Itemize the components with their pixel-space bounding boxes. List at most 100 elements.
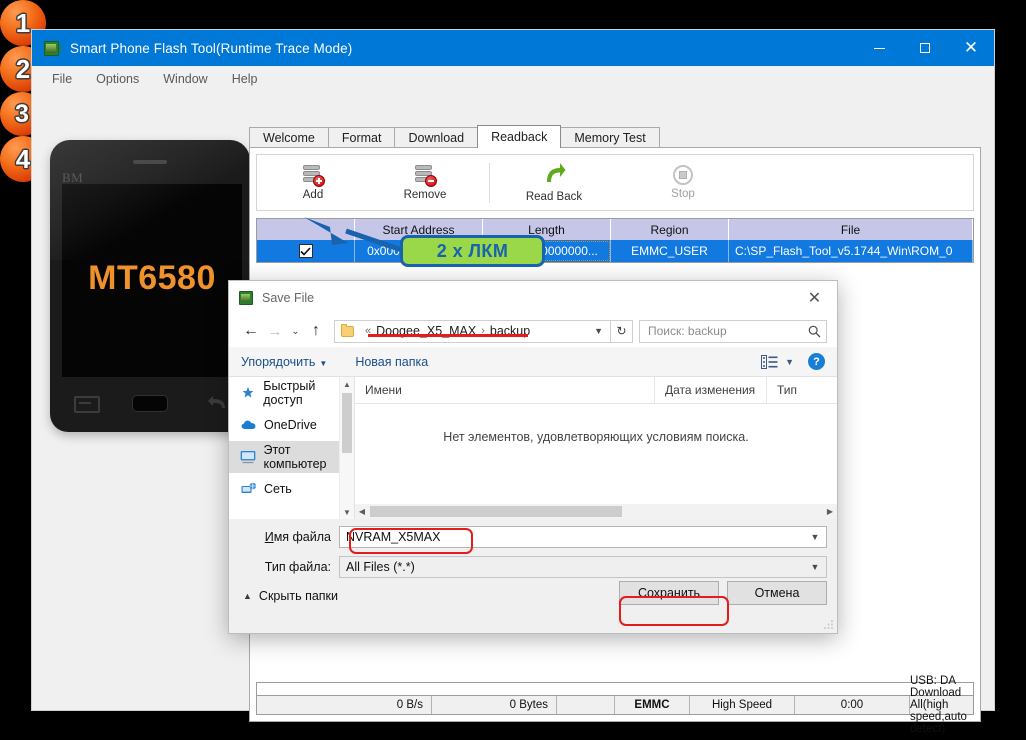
badge-2-number: 2 xyxy=(15,53,31,84)
chevron-down-icon[interactable]: ▼ xyxy=(804,532,826,542)
chevron-down-icon[interactable]: ▼ xyxy=(594,326,603,336)
stop-button-label: Stop xyxy=(671,188,695,200)
folder-icon xyxy=(341,323,354,337)
file-list-header: Имени Дата изменения Тип xyxy=(355,377,837,404)
star-pin-icon xyxy=(240,386,256,400)
tab-strip: Welcome Format Download Readback Memory … xyxy=(249,125,981,148)
title-bar: Smart Phone Flash Tool(Runtime Trace Mod… xyxy=(32,30,994,66)
dialog-command-bar: Упорядочить ▼ Новая папка ▼ ? xyxy=(229,347,837,377)
scroll-left-arrow-icon[interactable]: ◀ xyxy=(355,507,369,516)
tab-format[interactable]: Format xyxy=(327,127,396,148)
maximize-button[interactable] xyxy=(902,30,948,66)
status-bar: 0 B/s 0 Bytes EMMC High Speed 0:00 USB: … xyxy=(256,675,974,735)
file-name-label: Имя файла xyxy=(264,530,331,544)
read-back-button-label: Read Back xyxy=(525,191,583,203)
cancel-button[interactable]: Отмена xyxy=(727,581,827,605)
scroll-up-arrow-icon[interactable]: ▲ xyxy=(340,377,354,391)
tab-memory-test[interactable]: Memory Test xyxy=(560,127,660,148)
phone-menu-icon xyxy=(74,396,100,413)
file-type-combo[interactable]: All Files (*.*) ▼ xyxy=(339,556,827,578)
read-back-button[interactable]: Read Back xyxy=(498,162,610,203)
view-options-button[interactable]: ▼ xyxy=(761,354,794,369)
scroll-down-arrow-icon[interactable]: ▼ xyxy=(340,505,354,519)
screenshot-root: Smart Phone Flash Tool(Runtime Trace Mod… xyxy=(0,0,1026,740)
chevron-up-icon: ▲ xyxy=(243,591,252,601)
file-name-row: Имя файла NVRAM_X5MAX ▼ xyxy=(229,525,837,549)
empty-list-message: Нет элементов, удовлетворяющих условиям … xyxy=(443,430,749,444)
search-box[interactable]: Поиск: backup xyxy=(639,319,827,343)
chevron-down-icon[interactable]: ▼ xyxy=(804,562,826,572)
back-button[interactable]: ← xyxy=(239,319,263,343)
table-header-region[interactable]: Region xyxy=(611,219,729,240)
sidebar-label: Сеть xyxy=(264,482,292,496)
stop-button[interactable]: Stop xyxy=(627,165,739,200)
new-folder-button[interactable]: Новая папка xyxy=(355,355,428,369)
badge-3-number: 3 xyxy=(15,99,29,128)
sidebar-item-this-pc[interactable]: Этот компьютер xyxy=(229,441,354,473)
address-breadcrumb[interactable]: « Doogee_X5_MAX › backup ▼ xyxy=(334,319,611,343)
scrollbar-thumb[interactable] xyxy=(342,393,352,453)
remove-button[interactable]: Remove xyxy=(369,164,481,201)
status-bytes: 0 Bytes xyxy=(432,696,557,714)
recent-locations-button[interactable]: ⌄ xyxy=(287,319,304,343)
phone-brand-label: BM xyxy=(62,170,84,185)
cell-region[interactable]: EMMC_USER xyxy=(611,240,729,262)
phone-speaker-icon xyxy=(133,160,167,164)
callout-text: 2 х ЛКМ xyxy=(436,240,509,261)
file-list-hscrollbar[interactable]: ◀ ▶ xyxy=(355,504,837,519)
progress-strip xyxy=(256,682,974,695)
close-icon: ✕ xyxy=(963,37,979,57)
database-add-icon xyxy=(302,164,325,187)
dialog-title-bar: Save File ✕ xyxy=(229,281,837,315)
sidebar-item-network[interactable]: Сеть xyxy=(229,473,354,505)
tab-download[interactable]: Download xyxy=(394,127,479,148)
dialog-title: Save File xyxy=(262,291,315,305)
chevron-down-icon: ▼ xyxy=(319,358,328,368)
close-button[interactable]: ✕ xyxy=(948,30,994,66)
scroll-right-arrow-icon[interactable]: ▶ xyxy=(823,507,837,516)
column-header-name[interactable]: Имени xyxy=(355,377,655,403)
menu-help[interactable]: Help xyxy=(220,69,270,89)
window-controls: ✕ xyxy=(856,30,994,66)
status-area: 0 B/s 0 Bytes EMMC High Speed 0:00 USB: … xyxy=(256,675,974,735)
database-remove-icon xyxy=(414,164,437,187)
add-button[interactable]: Add xyxy=(257,164,369,201)
network-icon xyxy=(240,482,257,496)
menu-file[interactable]: File xyxy=(40,69,84,89)
chevron-down-icon: ▼ xyxy=(785,356,794,367)
column-header-date-modified[interactable]: Дата изменения xyxy=(655,377,767,403)
menu-window[interactable]: Window xyxy=(151,69,219,89)
file-type-label: Тип файла: xyxy=(264,560,331,574)
table-header-file[interactable]: File xyxy=(729,219,973,240)
column-header-type[interactable]: Тип xyxy=(767,377,837,403)
status-usb: USB: DA Download All(high speed,auto det… xyxy=(910,675,973,735)
menu-options[interactable]: Options xyxy=(84,69,151,89)
minimize-button[interactable] xyxy=(856,30,902,66)
file-type-value: All Files (*.*) xyxy=(346,560,415,574)
dialog-close-button[interactable]: ✕ xyxy=(792,281,837,315)
help-button[interactable]: ? xyxy=(808,353,825,370)
chipset-label: MT6580 xyxy=(88,258,216,297)
hscrollbar-thumb[interactable] xyxy=(370,506,622,517)
tab-readback[interactable]: Readback xyxy=(477,125,562,148)
file-list-pane: Имени Дата изменения Тип Нет элементов, … xyxy=(355,377,837,519)
tab-welcome[interactable]: Welcome xyxy=(249,127,329,148)
sidebar-item-quick-access[interactable]: Быстрый доступ xyxy=(229,377,354,409)
search-input[interactable]: Поиск: backup xyxy=(640,324,802,338)
remove-button-label: Remove xyxy=(403,188,447,201)
resize-grip-icon[interactable] xyxy=(823,619,834,630)
up-button[interactable]: ↑ xyxy=(304,319,328,343)
forward-button[interactable]: → xyxy=(263,319,287,343)
file-name-label-rest: мя файла xyxy=(273,530,331,544)
close-icon: ✕ xyxy=(807,290,822,307)
organize-button[interactable]: Упорядочить ▼ xyxy=(241,355,327,369)
hide-folders-button[interactable]: ▲ Скрыть папки xyxy=(243,589,338,603)
add-button-label: Add xyxy=(302,188,324,201)
cell-file[interactable]: C:\SP_Flash_Tool_v5.1744_Win\ROM_0 xyxy=(729,240,973,262)
window-title: Smart Phone Flash Tool(Runtime Trace Mod… xyxy=(70,40,353,56)
navigation-pane-scrollbar[interactable]: ▲ ▼ xyxy=(339,377,354,519)
sidebar-item-onedrive[interactable]: OneDrive xyxy=(229,409,354,441)
file-name-highlight xyxy=(349,528,473,554)
dialog-main-area: Быстрый доступ OneDrive Этот компьютер С… xyxy=(229,377,837,519)
refresh-button[interactable]: ↻ xyxy=(611,319,633,343)
